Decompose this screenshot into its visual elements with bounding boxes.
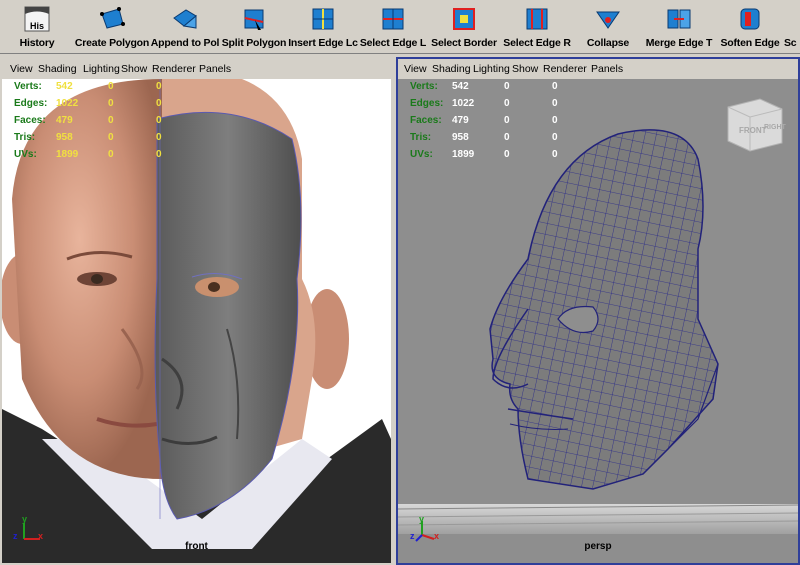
persp-camera-label: persp — [584, 541, 612, 552]
menu-lighting[interactable]: Lighting — [83, 63, 120, 75]
sculpt-button[interactable]: Sc — [784, 2, 800, 52]
soften-edge-label: Soften Edge — [720, 37, 780, 49]
menu-panels[interactable]: Panels — [591, 63, 623, 75]
merge-edge-icon — [667, 9, 691, 29]
menu-shading[interactable]: Shading — [432, 63, 471, 75]
menu-view[interactable]: View — [10, 63, 33, 75]
collapse-icon — [596, 11, 620, 29]
select-edge-loop-label: Select Edge L — [359, 37, 427, 49]
menu-renderer[interactable]: Renderer — [543, 63, 587, 75]
history-label: History — [19, 37, 55, 49]
persp-axis-x: x — [434, 531, 440, 541]
append-polygon-button[interactable]: Append to Pol — [150, 2, 220, 52]
persp-hud: Verts: 542 0 0 Edges: 1022 0 0 Faces: 47… — [410, 81, 558, 160]
front-viewport[interactable]: View Shading Lighting Show Renderer Pane… — [0, 57, 393, 565]
menu-show[interactable]: Show — [512, 63, 538, 75]
front-axis-y: y — [22, 514, 28, 524]
select-edge-loop-button[interactable]: Select Edge L — [358, 2, 428, 52]
front-hud: Verts: 542 0 0 Edges: 1022 0 0 Faces: 47… — [14, 81, 162, 160]
persp-axis-y: y — [419, 514, 425, 524]
history-button[interactable]: His History — [8, 2, 66, 52]
persp-viewport[interactable]: View Shading Lighting Show Renderer Pane… — [396, 57, 800, 565]
select-edge-ring-icon — [526, 8, 548, 30]
select-border-label: Select Border — [431, 37, 497, 49]
select-edge-ring-button[interactable]: Select Edge R — [500, 2, 574, 52]
menu-view[interactable]: View — [404, 63, 427, 75]
append-polygon-icon — [173, 9, 197, 29]
select-border-button[interactable]: Select Border — [428, 2, 500, 52]
view-cube-right: RIGHT — [764, 124, 787, 131]
collapse-label: Collapse — [586, 37, 630, 49]
select-edge-loop-icon — [382, 8, 404, 30]
split-polygon-icon — [244, 9, 264, 30]
shelf-toolbar: His History Create Polygon Append to Pol… — [0, 0, 800, 54]
select-edge-ring-label: Select Edge R — [503, 37, 571, 49]
create-polygon-label: Create Polygon — [74, 37, 150, 49]
persp-viewport-menu: View Shading Lighting Show Renderer Pane… — [398, 59, 798, 80]
menu-shading[interactable]: Shading — [38, 63, 77, 75]
soften-edge-icon — [740, 8, 760, 30]
insert-edge-loop-label: Insert Edge Lc — [288, 37, 358, 49]
collapse-button[interactable]: Collapse — [574, 2, 642, 52]
create-polygon-button[interactable]: Create Polygon — [74, 2, 150, 52]
menu-renderer[interactable]: Renderer — [152, 63, 196, 75]
menu-panels[interactable]: Panels — [199, 63, 231, 75]
create-polygon-icon — [100, 7, 125, 29]
soften-edge-button[interactable]: Soften Edge — [716, 2, 784, 52]
menu-show[interactable]: Show — [121, 63, 147, 75]
front-axis-z: z — [13, 531, 18, 541]
menu-lighting[interactable]: Lighting — [473, 63, 510, 75]
split-polygon-button[interactable]: Split Polygon — [220, 2, 288, 52]
split-polygon-label: Split Polygon — [221, 37, 287, 49]
insert-edge-loop-button[interactable]: Insert Edge Lc — [288, 2, 358, 52]
view-cube-front: FRONT — [739, 126, 767, 135]
front-camera-label: front — [185, 541, 208, 552]
sculpt-label: Sc — [784, 37, 797, 49]
append-polygon-label: Append to Pol — [150, 37, 220, 49]
merge-edge-label: Merge Edge T — [645, 37, 713, 49]
persp-axis-z: z — [410, 531, 415, 541]
front-axis-x: x — [38, 531, 44, 541]
merge-edge-button[interactable]: Merge Edge T — [642, 2, 716, 52]
insert-edge-loop-icon — [312, 8, 334, 30]
select-border-icon — [453, 8, 475, 30]
history-badge: His — [29, 21, 44, 31]
front-viewport-menu: View Shading Lighting Show Renderer Pane… — [2, 59, 391, 80]
